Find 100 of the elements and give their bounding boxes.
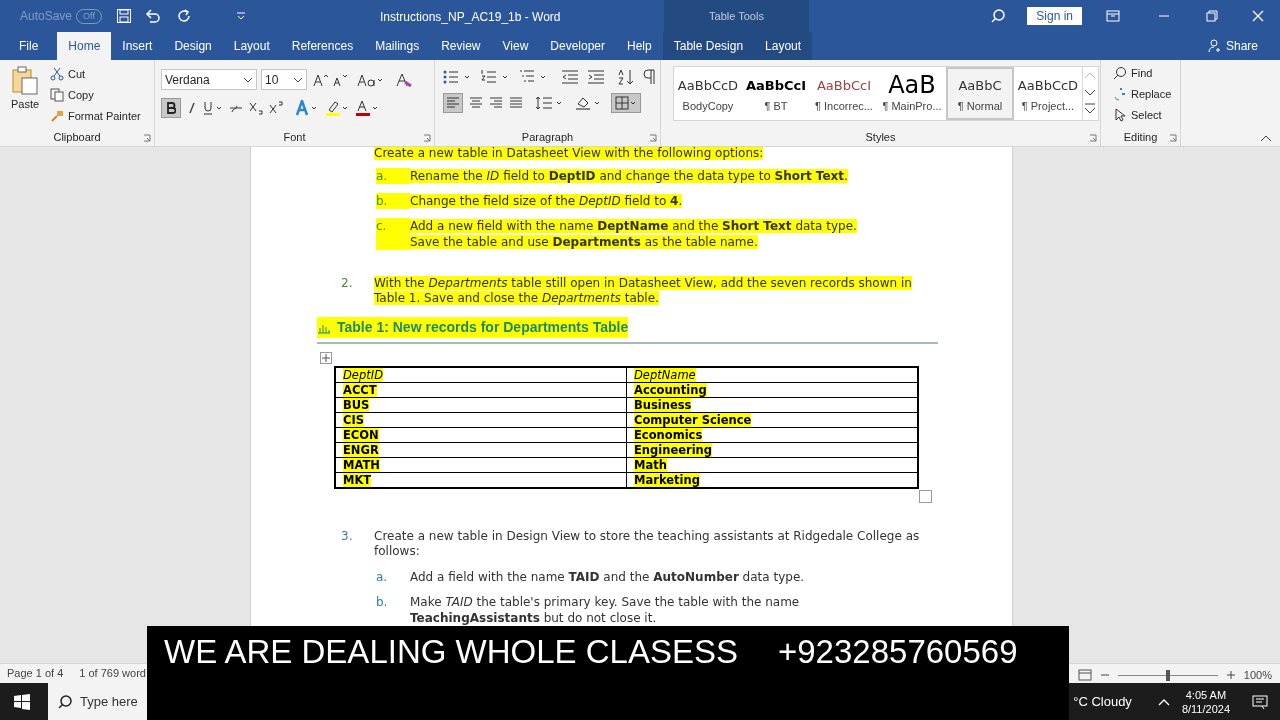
ribbon-tab[interactable]: Insert xyxy=(111,32,164,60)
table-cell: Engineering xyxy=(626,442,918,458)
table-cell: ECON xyxy=(335,427,627,443)
style-preview: AaBbCcD xyxy=(1017,76,1079,95)
copy-button[interactable]: Copy xyxy=(50,86,141,104)
clear-formatting-icon[interactable] xyxy=(395,71,413,88)
ribbon-tab[interactable]: Layout xyxy=(754,32,813,60)
change-case-icon[interactable] xyxy=(357,72,383,87)
borders-button[interactable] xyxy=(611,93,641,113)
ribbon-tab[interactable]: References xyxy=(280,32,365,60)
word-count: 1 of 769 word xyxy=(79,666,146,682)
font-color-icon[interactable] xyxy=(355,100,379,116)
dialog-launcher-icon[interactable] xyxy=(143,134,151,142)
ribbon-tab[interactable]: Design xyxy=(163,32,223,60)
grow-font-icon[interactable] xyxy=(313,72,329,87)
ribbon-tab[interactable]: Layout xyxy=(222,32,281,60)
restore-icon[interactable] xyxy=(1206,10,1218,22)
notification-icon[interactable] xyxy=(1252,694,1268,709)
style-item[interactable]: AaBbC ¶ Normal xyxy=(946,67,1014,120)
sort-icon[interactable] xyxy=(617,69,635,85)
style-item[interactable]: AaB ¶ MainPro... xyxy=(878,67,946,120)
ribbon-tab[interactable]: Developer xyxy=(539,32,616,60)
ribbon-tab[interactable]: Home xyxy=(57,32,112,60)
find-button[interactable]: Find xyxy=(1113,64,1172,82)
shrink-font-icon[interactable] xyxy=(333,72,347,87)
style-item[interactable]: AaBbCcI ¶ Incorrec... xyxy=(810,67,878,120)
decrease-indent-icon[interactable] xyxy=(561,69,579,85)
underline-icon[interactable] xyxy=(203,101,223,115)
dialog-launcher-icon[interactable] xyxy=(423,134,431,142)
customize-caret-icon[interactable] xyxy=(235,12,246,20)
search-icon xyxy=(58,694,72,709)
ribbon-tab[interactable]: Help xyxy=(616,32,663,60)
caret-icon xyxy=(293,76,303,83)
collapse-ribbon-icon[interactable] xyxy=(1260,134,1272,142)
subscript-icon[interactable] xyxy=(249,101,263,115)
table-cell: BUS xyxy=(335,397,627,413)
group-label: Paragraph xyxy=(521,130,574,145)
highlighter-icon[interactable] xyxy=(325,100,349,116)
ribbon-display-icon[interactable] xyxy=(1106,10,1120,22)
dialog-launcher-icon[interactable] xyxy=(649,134,657,142)
move-handle-icon[interactable] xyxy=(320,352,332,364)
align-right-icon[interactable] xyxy=(489,97,503,109)
resize-handle[interactable] xyxy=(919,490,932,503)
taskbar-search-field[interactable]: Type here xyxy=(48,683,147,720)
style-item[interactable]: AaBbCcI ¶ BT xyxy=(742,67,810,120)
replace-button[interactable]: Replace xyxy=(1113,85,1172,103)
format-painter-button[interactable]: Format Painter xyxy=(50,107,141,125)
bold-button[interactable] xyxy=(161,98,181,118)
clipboard-icon xyxy=(11,66,39,96)
style-name: BodyCopy xyxy=(682,99,734,115)
dialog-launcher-icon[interactable] xyxy=(1089,134,1097,142)
column-header: DeptName xyxy=(626,367,918,383)
web-layout-icon[interactable] xyxy=(1077,669,1092,682)
ribbon-tab[interactable]: Mailings xyxy=(364,32,431,60)
paragraph-text: Add a new field with the name DeptName and the Short Text data type. Save the table and use Departments as the table name. xyxy=(410,218,858,250)
search-placeholder: Type here xyxy=(80,692,138,711)
paste-button[interactable]: Paste xyxy=(6,60,44,130)
group-label: Styles xyxy=(865,130,896,145)
superscript-icon[interactable] xyxy=(269,101,283,115)
chevron-up-icon[interactable] xyxy=(1157,697,1170,706)
table-cell: ENGR xyxy=(335,442,627,458)
list-marker: b. xyxy=(376,594,389,611)
ribbon-tab[interactable]: Review xyxy=(430,32,492,60)
paragraph-text: Rename the ID field to DeptID and change the data type to Short Text. xyxy=(410,168,848,184)
zoom-percent: 100% xyxy=(1243,668,1272,683)
clock-date[interactable]: 8/11/2024 xyxy=(1181,701,1230,716)
font-size-field[interactable]: 10 xyxy=(261,69,307,90)
clock-time[interactable]: 4:05 AM xyxy=(1185,687,1227,702)
style-preview: AaB xyxy=(888,72,936,99)
ribbon-tab[interactable]: View xyxy=(491,32,540,60)
dialog-launcher-icon[interactable] xyxy=(1169,134,1177,142)
undo-icon[interactable] xyxy=(143,8,162,24)
paragraph-text: Create a new table in Datasheet View with the following options: xyxy=(374,147,764,160)
share-button[interactable]: Share xyxy=(1207,37,1258,55)
redo-icon[interactable] xyxy=(175,8,192,24)
zoom-in-icon[interactable] xyxy=(1225,670,1236,681)
sign-in-button[interactable]: Sign in xyxy=(1027,7,1082,25)
search-icon[interactable] xyxy=(991,9,1006,23)
cut-button[interactable]: Cut xyxy=(50,65,141,83)
style-item[interactable]: AaBbCcD ¶ Project... xyxy=(1014,67,1082,120)
column-header: DeptID xyxy=(335,367,627,383)
pilcrow-icon[interactable] xyxy=(643,69,655,85)
align-center-icon[interactable] xyxy=(469,97,483,109)
save-icon[interactable] xyxy=(115,8,132,24)
style-item[interactable]: AaBbCcD BodyCopy xyxy=(674,67,742,120)
style-preview: AaBbCcI xyxy=(745,76,807,95)
text-effects-icon[interactable] xyxy=(295,100,319,116)
weather-text: °C Cloudy xyxy=(1073,692,1132,711)
italic-icon[interactable] xyxy=(187,102,197,114)
font-name-field[interactable]: Verdana xyxy=(161,69,257,90)
close-icon[interactable] xyxy=(1252,10,1264,22)
increase-indent-icon[interactable] xyxy=(587,69,605,85)
table-cell: Business xyxy=(626,397,918,413)
ribbon-tab[interactable]: Table Design xyxy=(662,32,755,60)
windows-logo-icon[interactable] xyxy=(14,693,30,710)
select-button[interactable]: Select xyxy=(1113,106,1172,124)
style-preview: AaBbCcD xyxy=(677,76,739,95)
person-icon xyxy=(1207,39,1222,53)
ribbon-tab[interactable]: File xyxy=(8,32,50,60)
justify-icon[interactable] xyxy=(509,97,523,109)
